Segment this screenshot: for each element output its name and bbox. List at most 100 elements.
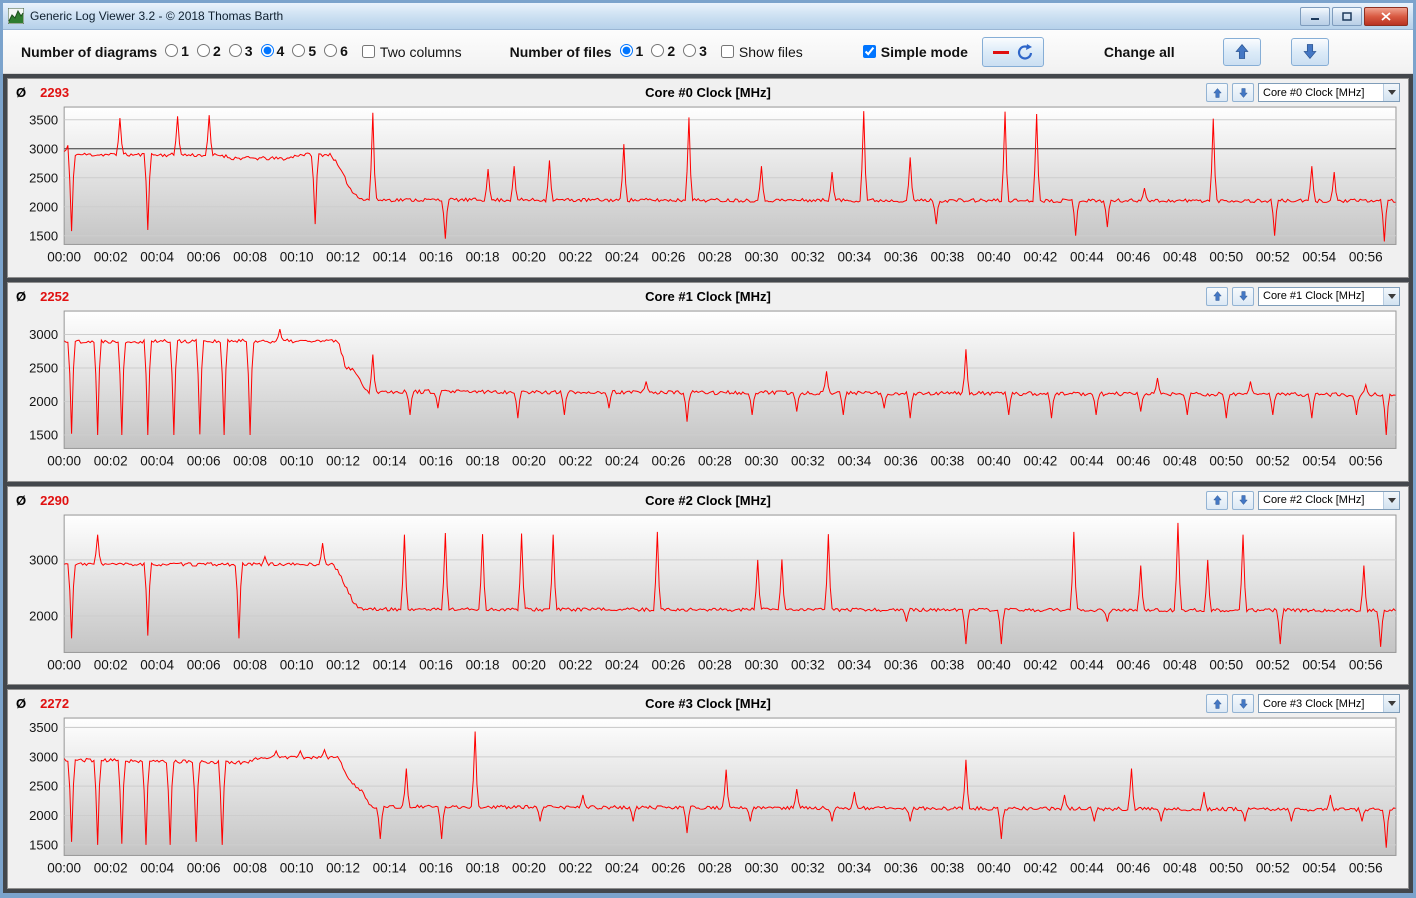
y-axis-labels: 2000 3000 [29, 552, 58, 623]
svg-text:00:44: 00:44 [1070, 250, 1104, 265]
move-down-button[interactable] [1232, 694, 1254, 714]
two-columns-option[interactable]: Two columns [361, 44, 462, 60]
up-arrow-icon [1212, 698, 1222, 709]
diagram-count-radio-2[interactable] [196, 44, 210, 58]
svg-text:00:36: 00:36 [884, 657, 918, 672]
simple-mode-checkbox[interactable] [862, 45, 876, 58]
diagrams-label: Number of diagrams [21, 43, 158, 60]
channel-select-value: Core #2 Clock [MHz] [1263, 494, 1365, 506]
diagram-count-radio-1[interactable] [165, 44, 179, 58]
core3-clock-chart: 1500 2000 2500 3000 3500 00:00 00:02 00:04 00:06… [29, 717, 1397, 876]
svg-text:00:08: 00:08 [233, 453, 267, 468]
move-up-button[interactable] [1206, 694, 1228, 714]
svg-text:00:16: 00:16 [419, 250, 453, 265]
svg-text:00:32: 00:32 [791, 657, 825, 672]
svg-text:00:44: 00:44 [1070, 861, 1104, 876]
down-arrow-icon [1238, 291, 1248, 302]
move-down-button[interactable] [1232, 490, 1254, 510]
svg-text:00:34: 00:34 [837, 250, 871, 265]
line-refresh-icon [992, 43, 1032, 60]
channel-select[interactable]: Core #1 Clock [MHz] [1258, 286, 1400, 306]
svg-text:3000: 3000 [29, 327, 58, 342]
svg-text:3000: 3000 [29, 552, 58, 567]
panel-controls: Core #2 Clock [MHz] [1206, 490, 1400, 510]
show-files-option[interactable]: Show files [720, 44, 803, 60]
channel-select[interactable]: Core #3 Clock [MHz] [1258, 694, 1400, 714]
diagram-count-option-1[interactable]: 1 [165, 43, 189, 59]
svg-text:00:00: 00:00 [47, 861, 81, 876]
svg-text:00:06: 00:06 [187, 861, 221, 876]
line-style-refresh-button[interactable] [981, 36, 1044, 67]
svg-text:00:42: 00:42 [1023, 250, 1057, 265]
average-symbol: Ø [16, 696, 27, 712]
show-files-checkbox[interactable] [720, 45, 734, 58]
diagram-count-label: 6 [340, 42, 348, 59]
svg-text:00:02: 00:02 [94, 657, 128, 672]
svg-text:00:20: 00:20 [512, 453, 546, 468]
file-count-option-3[interactable]: 3 [683, 43, 707, 59]
minimize-button[interactable] [1300, 6, 1330, 26]
svg-text:00:18: 00:18 [466, 453, 500, 468]
diagram-count-option-5[interactable]: 5 [292, 43, 316, 59]
svg-text:00:24: 00:24 [605, 657, 639, 672]
diagram-count-radio-3[interactable] [228, 44, 242, 58]
average-value: 2272 [40, 696, 70, 712]
svg-text:00:46: 00:46 [1116, 861, 1150, 876]
average-readout: Ø 2290 [16, 493, 69, 508]
svg-text:00:16: 00:16 [419, 861, 453, 876]
diagram-count-radio-5[interactable] [292, 44, 306, 58]
svg-text:00:08: 00:08 [233, 657, 267, 672]
svg-text:00:42: 00:42 [1023, 453, 1057, 468]
channel-select[interactable]: Core #0 Clock [MHz] [1258, 83, 1400, 102]
diagram-count-radio-4[interactable] [260, 44, 274, 58]
panel-header: Ø 2252 Core #1 Clock [MHz] Core #1 Clock … [8, 283, 1408, 307]
move-up-button[interactable] [1206, 490, 1228, 510]
file-count-label: 3 [699, 42, 707, 59]
diagram-count-radio-6[interactable] [324, 44, 338, 58]
diagram-count-option-2[interactable]: 2 [196, 43, 221, 59]
move-up-button[interactable] [1206, 286, 1228, 306]
svg-text:00:42: 00:42 [1023, 657, 1057, 672]
file-count-option-2[interactable]: 2 [651, 43, 675, 59]
change-all-up-button[interactable] [1222, 37, 1261, 66]
chevron-down-icon [1383, 695, 1399, 713]
move-up-button[interactable] [1206, 83, 1228, 102]
svg-text:2500: 2500 [29, 360, 58, 375]
svg-text:00:56: 00:56 [1349, 657, 1383, 672]
svg-text:00:20: 00:20 [512, 250, 546, 265]
chart-plot: 1500 2000 2500 3000 00:00 00:02 00:04 00:06 00:0… [10, 307, 1406, 479]
channel-select[interactable]: Core #2 Clock [MHz] [1258, 490, 1400, 510]
file-count-radio-1[interactable] [619, 44, 633, 58]
svg-text:00:20: 00:20 [512, 861, 546, 876]
diagram-count-option-6[interactable]: 6 [324, 43, 348, 59]
close-button[interactable] [1364, 6, 1408, 26]
chart-plot: 1500 2000 2500 3000 3500 00:00 00:02 00:04 00:06… [10, 103, 1406, 275]
svg-text:00:16: 00:16 [419, 453, 453, 468]
svg-text:00:10: 00:10 [280, 453, 314, 468]
svg-text:00:34: 00:34 [837, 453, 871, 468]
diagram-count-option-4[interactable]: 4 [260, 43, 284, 59]
svg-text:00:56: 00:56 [1349, 453, 1383, 468]
core0-clock-chart: 1500 2000 2500 3000 3500 00:00 00:02 00:04 00:06… [29, 106, 1397, 265]
file-count-radio-2[interactable] [651, 44, 665, 58]
diagram-count-radiogroup: 1 2 3 4 5 6 [157, 43, 348, 61]
file-count-radio-3[interactable] [683, 44, 697, 58]
file-count-option-1[interactable]: 1 [619, 43, 643, 59]
simple-mode-option[interactable]: Simple mode [862, 44, 968, 60]
move-down-button[interactable] [1232, 83, 1254, 102]
x-axis-labels: 00:00 00:02 00:04 00:06 00:08 00:10 00:12 00:14… [47, 657, 1382, 672]
svg-text:00:20: 00:20 [512, 657, 546, 672]
diagram-count-option-3[interactable]: 3 [228, 43, 253, 59]
svg-text:00:02: 00:02 [94, 250, 128, 265]
maximize-button[interactable] [1332, 6, 1362, 26]
down-arrow-icon [1238, 87, 1248, 98]
svg-text:00:54: 00:54 [1302, 657, 1336, 672]
average-value: 2290 [40, 492, 70, 508]
svg-text:00:32: 00:32 [791, 453, 825, 468]
up-arrow-icon [1212, 87, 1222, 98]
two-columns-checkbox[interactable] [361, 45, 375, 58]
move-down-button[interactable] [1232, 286, 1254, 306]
svg-text:00:28: 00:28 [698, 657, 732, 672]
change-all-down-button[interactable] [1290, 37, 1329, 66]
svg-text:00:28: 00:28 [698, 250, 732, 265]
